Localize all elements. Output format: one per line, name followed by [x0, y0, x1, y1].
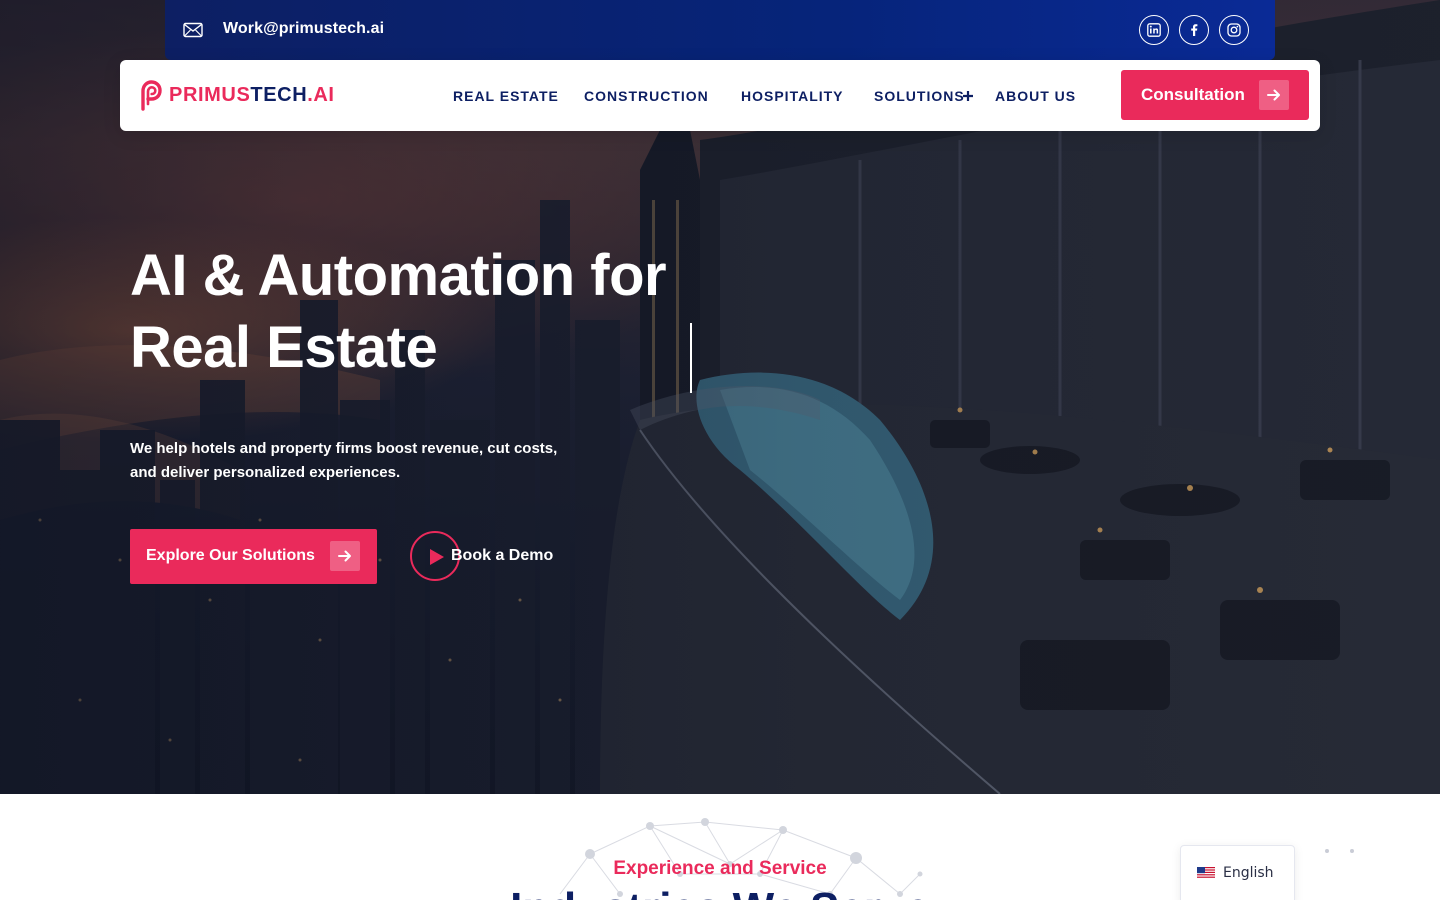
linkedin-icon	[1147, 23, 1161, 37]
main-header: PRIMUSTECH.AI REAL ESTATE CONSTRUCTION H…	[120, 60, 1320, 131]
nav-solutions[interactable]: SOLUTIONS	[874, 88, 965, 104]
book-demo-button[interactable]: Book a Demo	[410, 531, 570, 581]
language-switcher[interactable]: English	[1180, 845, 1295, 900]
hero-subtext: We help hotels and property firms boost …	[130, 437, 570, 485]
explore-solutions-button[interactable]: Explore Our Solutions	[130, 529, 377, 584]
nav-construction[interactable]: CONSTRUCTION	[584, 88, 709, 104]
nav-about-us[interactable]: ABOUT US	[995, 88, 1076, 104]
envelope-icon	[183, 22, 203, 38]
consultation-button-label: Consultation	[1141, 85, 1245, 104]
hero-headline-line1: AI & Automation for	[130, 243, 667, 308]
hero-subtext-line1: We help hotels and property firms boost …	[130, 440, 558, 457]
brand-p-logo-icon	[141, 80, 162, 111]
logo-text-ai: .AI	[307, 83, 335, 106]
contact-email-link[interactable]: Work@primustech.ai	[223, 20, 384, 38]
typing-cursor	[690, 323, 692, 393]
consultation-button[interactable]: Consultation	[1121, 70, 1309, 120]
logo-text-primus: PRIMUS	[169, 83, 251, 106]
language-label: English	[1223, 865, 1274, 881]
us-flag-icon	[1197, 867, 1215, 879]
book-demo-label: Book a Demo	[451, 547, 554, 564]
facebook-icon	[1191, 24, 1198, 36]
plus-icon[interactable]	[962, 90, 974, 102]
arrow-right-icon	[1259, 80, 1289, 110]
nav-hospitality[interactable]: HOSPITALITY	[741, 88, 844, 104]
brand-logo[interactable]: PRIMUSTECH.AI	[138, 79, 335, 111]
explore-solutions-label: Explore Our Solutions	[146, 547, 315, 564]
linkedin-link[interactable]	[1139, 15, 1169, 45]
nav-real-estate[interactable]: REAL ESTATE	[453, 88, 559, 104]
instagram-icon	[1227, 23, 1241, 37]
arrow-right-icon	[330, 541, 360, 571]
instagram-link[interactable]	[1219, 15, 1249, 45]
play-icon	[430, 549, 444, 565]
top-contact-bar: Work@primustech.ai	[165, 0, 1275, 60]
dots-decoration	[1325, 849, 1354, 853]
hero-headline: AI & Automation for Real Estate	[130, 240, 750, 384]
facebook-link[interactable]	[1179, 15, 1209, 45]
hero-subtext-line2: and deliver personalized experiences.	[130, 464, 401, 481]
hero-headline-line2: Real Estate	[130, 315, 438, 380]
logo-text-tech: TECH	[250, 83, 308, 106]
